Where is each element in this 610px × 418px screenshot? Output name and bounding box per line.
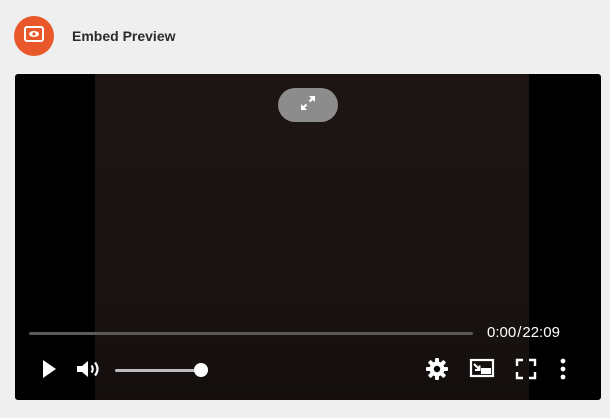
volume-icon — [75, 358, 103, 385]
video-frame[interactable] — [95, 74, 529, 400]
more-options-button[interactable] — [552, 358, 574, 384]
time-separator: / — [517, 324, 522, 341]
fullscreen-button[interactable] — [513, 358, 539, 384]
volume-knob[interactable] — [194, 363, 208, 377]
time-display: 0:00/22:09 — [487, 324, 560, 341]
progress-bar[interactable] — [29, 332, 473, 335]
logo — [14, 16, 54, 56]
duration: 22:09 — [522, 324, 560, 341]
picture-in-picture-icon — [469, 358, 495, 385]
video-player[interactable]: 0:00/22:09 — [15, 74, 601, 400]
page-title: Embed Preview — [72, 28, 176, 44]
play-button[interactable] — [37, 358, 61, 384]
eye-screen-icon — [22, 22, 46, 51]
volume-slider[interactable] — [115, 363, 208, 377]
volume-button[interactable] — [73, 358, 105, 384]
more-vertical-icon — [559, 358, 567, 385]
fullscreen-icon — [515, 358, 537, 385]
expand-button[interactable] — [278, 88, 338, 122]
expand-arrows-icon — [298, 93, 318, 118]
pip-button[interactable] — [468, 358, 496, 384]
play-icon — [40, 359, 58, 384]
gear-icon — [425, 357, 449, 386]
settings-button[interactable] — [424, 357, 450, 385]
current-time: 0:00 — [487, 324, 517, 341]
embed-header: Embed Preview — [0, 0, 610, 72]
